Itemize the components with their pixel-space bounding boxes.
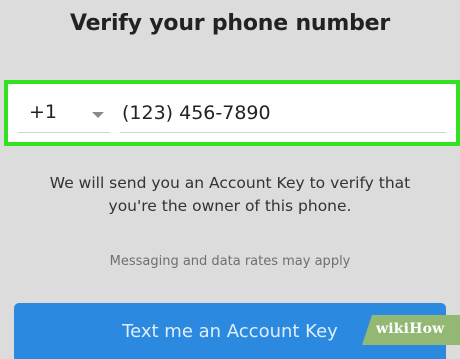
phone-input-group: +1	[4, 80, 460, 146]
info-text-line-1: We will send you an Account Key to verif…	[49, 174, 411, 192]
watermark-text: wikiHow	[376, 321, 445, 337]
info-text-line-2: you're the owner of this phone.	[108, 197, 352, 215]
country-code-value: +1	[29, 101, 58, 123]
rates-notice: Messaging and data rates may apply	[109, 254, 351, 269]
wikihow-watermark: wikiHow	[362, 315, 460, 345]
phone-number-input[interactable]	[122, 96, 432, 130]
page-title: Verify your phone number	[69, 11, 391, 36]
country-code-select[interactable]: +1	[18, 96, 110, 133]
chevron-down-icon	[92, 112, 104, 118]
phone-number-field[interactable]	[120, 96, 446, 133]
info-text: We will send you an Account Key to verif…	[20, 172, 440, 218]
